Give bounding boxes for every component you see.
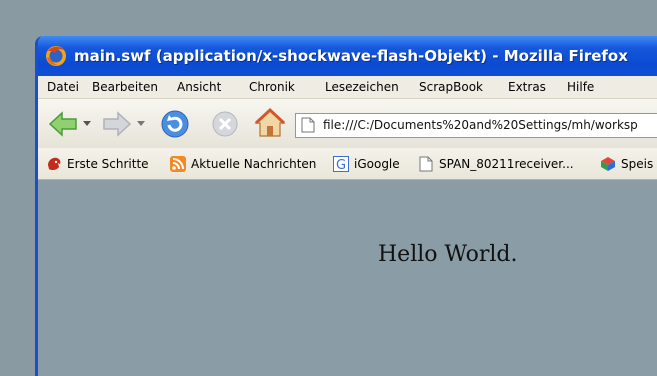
menu-datei[interactable]: Datei <box>47 80 79 94</box>
page-icon <box>419 156 433 172</box>
bookmark-span-80211receiver[interactable]: SPAN_80211receiver... <box>418 155 574 173</box>
window-title: main.swf (application/x-shockwave-flash-… <box>74 47 628 65</box>
bookmark-label: iGoogle <box>354 157 400 171</box>
title-bar[interactable]: main.swf (application/x-shockwave-flash-… <box>38 36 657 76</box>
svg-text:G: G <box>336 158 346 172</box>
bookmark-label: SPAN_80211receiver... <box>439 157 574 171</box>
back-arrow-icon[interactable] <box>48 111 78 137</box>
hello-world-text: Hello World. <box>378 242 518 267</box>
menu-scrapbook[interactable]: ScrapBook <box>419 80 483 94</box>
colored-cube-icon <box>601 157 615 171</box>
menu-hilfe[interactable]: Hilfe <box>567 80 594 94</box>
menu-chronik[interactable]: Chronik <box>249 80 295 94</box>
menu-bar: Datei Bearbeiten Ansicht Chronik Lesezei… <box>38 76 657 98</box>
bookmark-speis[interactable]: Speis <box>600 155 653 173</box>
navigation-toolbar: file:///C:/Documents%20and%20Settings/mh… <box>38 98 657 149</box>
bookmark-label: Aktuelle Nachrichten <box>191 157 317 171</box>
bookmark-label: Speis <box>621 157 654 171</box>
bookmark-erste-schritte[interactable]: Erste Schritte <box>46 155 149 173</box>
flash-content-area[interactable]: Hello World. <box>38 180 657 376</box>
firefox-logo-icon <box>46 46 66 66</box>
forward-dropdown-icon[interactable] <box>137 121 145 127</box>
back-dropdown-icon[interactable] <box>83 121 91 127</box>
firefox-bookmark-icon <box>48 157 61 171</box>
forward-arrow-icon[interactable] <box>102 111 132 137</box>
url-text: file:///C:/Documents%20and%20Settings/mh… <box>323 118 638 132</box>
home-icon[interactable] <box>254 107 286 139</box>
menu-extras[interactable]: Extras <box>508 80 546 94</box>
menu-ansicht[interactable]: Ansicht <box>177 80 221 94</box>
bookmark-aktuelle-nachrichten[interactable]: Aktuelle Nachrichten <box>170 155 316 173</box>
bookmarks-toolbar: Erste Schritte Aktuelle Nachrichten G iG… <box>38 148 657 180</box>
address-bar[interactable]: file:///C:/Documents%20and%20Settings/mh… <box>295 113 657 138</box>
reload-icon[interactable] <box>160 109 190 139</box>
page-icon <box>301 117 315 133</box>
firefox-window: main.swf (application/x-shockwave-flash-… <box>35 36 657 376</box>
bookmark-label: Erste Schritte <box>67 157 149 171</box>
rss-feed-icon <box>170 156 186 172</box>
menu-lesezeichen[interactable]: Lesezeichen <box>325 80 399 94</box>
bookmark-igoogle[interactable]: G iGoogle <box>333 155 400 173</box>
google-icon: G <box>333 156 349 172</box>
stop-icon[interactable] <box>211 110 239 138</box>
menu-bearbeiten[interactable]: Bearbeiten <box>92 80 158 94</box>
